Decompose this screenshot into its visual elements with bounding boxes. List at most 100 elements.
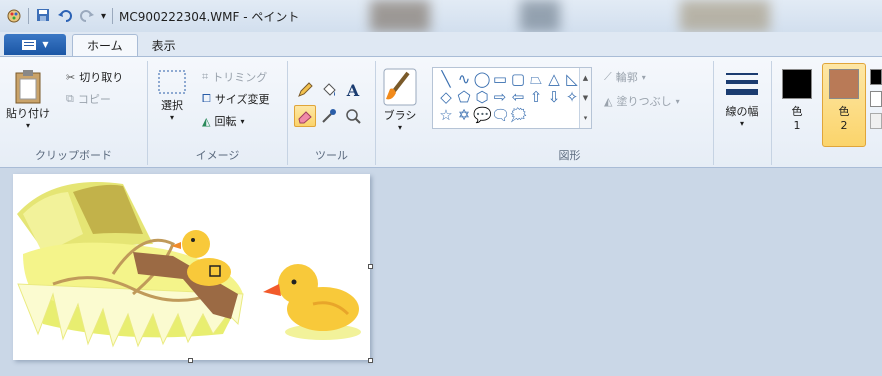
color1-number: 1 (793, 119, 801, 132)
paint-app-icon[interactable] (6, 8, 22, 24)
shapes-gallery[interactable]: ╲ ∿ ◯ ▭ ▢ ⏢ △ ◺ ◇ ⬠ ⬡ ⇨ ⇦ ⇧ ⇩ ✧ ☆ ✡ 💬 🗨 🗯 ▲ ▼ ▾ (432, 67, 592, 129)
undo-icon[interactable] (57, 7, 73, 26)
size-group: 線の幅 ▾ (714, 61, 772, 165)
brushes-button[interactable]: ブラシ ▾ (382, 67, 418, 132)
paste-label: 貼り付け (6, 107, 50, 120)
drawing-canvas[interactable] (13, 174, 370, 360)
fill-icon: ◭ (604, 94, 613, 108)
tools-group: A ツール (288, 61, 376, 165)
redo-icon[interactable] (79, 7, 95, 26)
crop-button[interactable]: ⌗ トリミング (202, 69, 267, 85)
shapes-grid: ╲ ∿ ◯ ▭ ▢ ⏢ △ ◺ ◇ ⬠ ⬡ ⇨ ⇦ ⇧ ⇩ ✧ ☆ ✡ 💬 🗨 🗯 (437, 70, 581, 124)
shape-option[interactable]: ⬠ (455, 88, 473, 106)
cut-label: 切り取り (79, 71, 124, 84)
select-rectangle-icon (158, 70, 186, 94)
clipboard-group-label: クリップボード (35, 149, 112, 162)
shape-option[interactable]: 🗨 (491, 106, 510, 124)
outline-icon: ⟋ (604, 70, 612, 83)
resize-icon: ⧠ (202, 92, 211, 105)
paste-button[interactable]: 貼り付け ▾ (6, 67, 50, 130)
clipboard-icon (15, 70, 41, 104)
shape-option[interactable]: ╲ (437, 70, 455, 88)
color-picker-icon[interactable] (318, 105, 340, 127)
shape-option[interactable]: ⇦ (509, 88, 527, 106)
palette-swatch[interactable] (870, 113, 882, 129)
shape-option[interactable]: 🗯 (509, 106, 528, 124)
chevron-down-icon: ▾ (675, 96, 680, 106)
shape-option[interactable]: ▢ (509, 70, 527, 88)
shape-option[interactable]: ◇ (437, 88, 455, 106)
copy-button[interactable]: ⧉ コピー (66, 91, 111, 107)
color1-button[interactable]: 色 1 (782, 69, 812, 132)
background-blur (370, 0, 430, 32)
chevron-down-icon: ▾ (739, 119, 744, 128)
resize-handle-corner[interactable] (368, 358, 373, 363)
shape-option[interactable]: △ (545, 70, 563, 88)
rotate-icon: ◭ (202, 114, 211, 128)
save-icon[interactable] (35, 7, 51, 26)
shape-option[interactable]: ⬡ (473, 88, 491, 106)
shape-option[interactable]: ▭ (491, 70, 509, 88)
fill-bucket-icon[interactable] (318, 79, 340, 101)
shape-option[interactable]: 💬 (473, 106, 492, 124)
scissors-icon: ✂ (66, 70, 76, 84)
expand-gallery-icon[interactable]: ▾ (584, 114, 588, 122)
cut-button[interactable]: ✂ 切り取り (66, 69, 123, 85)
line-width-icon (726, 73, 758, 95)
chevron-down-icon: ▾ (240, 116, 245, 126)
shape-option[interactable]: ☆ (437, 106, 455, 124)
window-title: MC900222304.WMF - ペイント (119, 9, 300, 24)
resize-handle-bottom[interactable] (188, 358, 193, 363)
shapes-group-label: 図形 (558, 149, 581, 162)
outline-label: 輪郭 (615, 71, 638, 84)
text-icon[interactable]: A (342, 79, 364, 101)
resize-handle-right[interactable] (368, 264, 373, 269)
shape-option[interactable]: ⇩ (545, 88, 563, 106)
file-menu-icon (22, 39, 37, 50)
crop-icon: ⌗ (202, 70, 209, 83)
color2-button[interactable]: 色 2 (822, 63, 866, 147)
pencil-icon[interactable] (294, 79, 316, 101)
shape-option[interactable]: ⇧ (527, 88, 545, 106)
customize-dropdown-icon[interactable]: ▾ (101, 11, 106, 22)
ribbon: 貼り付け ▾ ✂ 切り取り ⧉ コピー クリップボード 選択 ▾ ⌗ トリミング… (0, 56, 882, 168)
quick-access-toolbar: ▾ (6, 7, 114, 26)
resize-label: サイズ変更 (214, 93, 270, 106)
size-button[interactable]: 線の幅 ▾ (722, 67, 762, 128)
fill-button[interactable]: ◭ 塗りつぶし ▾ (604, 93, 680, 109)
crop-label: トリミング (212, 71, 268, 84)
separator (112, 8, 114, 24)
tools-group-label: ツール (315, 149, 348, 162)
eraser-icon[interactable] (294, 105, 316, 127)
copy-icon: ⧉ (66, 92, 74, 105)
brushes-label: ブラシ (383, 109, 417, 122)
select-button[interactable]: 選択 ▾ (156, 67, 188, 122)
ribbon-tabs: ▼ ホーム 表示 (0, 32, 882, 56)
shape-option[interactable]: ✡ (455, 106, 473, 124)
tab-home[interactable]: ホーム (72, 34, 138, 56)
outline-button[interactable]: ⟋ 輪郭 ▾ (604, 69, 646, 85)
tab-view[interactable]: 表示 (138, 34, 190, 56)
file-menu-button[interactable]: ▼ (4, 34, 66, 55)
brush-icon (383, 68, 417, 106)
shape-option[interactable]: ⇨ (491, 88, 509, 106)
chevron-down-icon: ▾ (25, 121, 30, 130)
rotate-button[interactable]: ◭ 回転 ▾ (202, 113, 244, 129)
color1-swatch (782, 69, 812, 99)
workspace (0, 168, 882, 376)
chevron-down-icon[interactable]: ▼ (583, 94, 588, 102)
palette-swatch[interactable] (870, 69, 882, 85)
shape-option[interactable]: ⏢ (527, 70, 545, 88)
shape-option[interactable]: ◯ (473, 70, 491, 88)
resize-button[interactable]: ⧠ サイズ変更 (202, 91, 269, 107)
magnifier-icon[interactable] (342, 105, 364, 127)
chevron-up-icon[interactable]: ▲ (583, 74, 588, 82)
background-blur (680, 0, 770, 32)
rotate-label: 回転 (214, 115, 237, 128)
cradle-and-duck-illustration (17, 182, 361, 348)
chevron-down-icon: ▼ (42, 40, 49, 49)
shapes-scrollbar[interactable]: ▲ ▼ ▾ (579, 68, 591, 128)
shape-option[interactable]: ∿ (455, 70, 473, 88)
palette-swatch[interactable] (870, 91, 882, 107)
color1-label: 色 (791, 105, 803, 118)
